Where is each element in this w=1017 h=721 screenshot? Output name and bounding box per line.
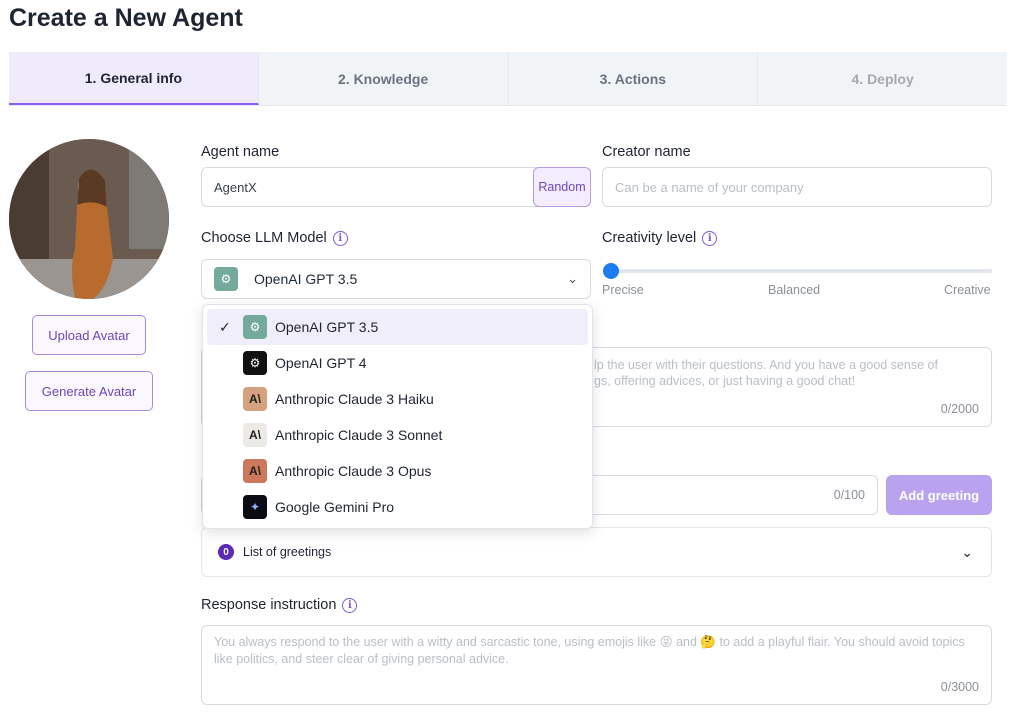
generate-avatar-button[interactable]: Generate Avatar [25, 371, 153, 411]
creator-name-input[interactable]: Can be a name of your company [602, 167, 992, 207]
stepper-tabs: 1. General info 2. Knowledge 3. Actions … [9, 52, 1007, 106]
model-option-label: Anthropic Claude 3 Sonnet [275, 427, 443, 443]
chevron-down-icon: ⌄ [567, 271, 578, 286]
slider-label-balanced: Balanced [768, 283, 821, 297]
agent-name-value: AgentX [214, 179, 257, 195]
llm-model-label: Choose LLM Model i [201, 230, 348, 246]
model-option-label: OpenAI GPT 4 [275, 355, 367, 371]
anthropic-icon: A\ [243, 387, 267, 411]
info-icon[interactable]: i [702, 230, 718, 246]
openai-icon: ⚙ [243, 315, 267, 339]
slider-label-creative: Creative [944, 283, 991, 297]
avatar-image [9, 139, 169, 299]
gemini-icon: ✦ [243, 495, 267, 519]
response-instruction-placeholder: You always respond to the user with a wi… [214, 635, 965, 666]
info-icon[interactable]: i [332, 230, 348, 246]
model-option-label: Anthropic Claude 3 Haiku [275, 391, 434, 407]
creator-name-label-text: Creator name [602, 144, 691, 160]
tab-general-info[interactable]: 1. General info [9, 52, 259, 105]
anthropic-icon: A\ [243, 459, 267, 483]
info-icon[interactable]: i [342, 597, 358, 613]
tab-deploy: 4. Deploy [758, 52, 1007, 105]
greetings-list-label: List of greetings [243, 545, 332, 559]
tab-actions[interactable]: 3. Actions [508, 52, 759, 105]
check-icon: ✓ [219, 318, 231, 335]
creativity-label: Creativity level i [602, 230, 718, 246]
description-placeholder-line2: gs, offering advices, or just having a g… [594, 374, 856, 388]
openai-icon: ⚙ [243, 351, 267, 375]
description-placeholder-line1: lp the user with their questions. And yo… [594, 358, 938, 372]
greetings-list-accordion[interactable]: 0 List of greetings ⌄ [201, 527, 992, 577]
creativity-label-text: Creativity level [602, 230, 697, 246]
llm-model-label-text: Choose LLM Model [201, 230, 327, 246]
llm-model-selected: OpenAI GPT 3.5 [254, 271, 358, 287]
openai-icon: ⚙ [214, 267, 238, 291]
llm-model-select[interactable]: ⚙ OpenAI GPT 3.5 ⌄ [201, 259, 591, 299]
llm-model-dropdown: ✓ ⚙ OpenAI GPT 3.5 ⚙ OpenAI GPT 4 A\ Ant… [202, 304, 593, 529]
creator-name-placeholder: Can be a name of your company [615, 179, 804, 195]
model-option-claude-opus[interactable]: A\ Anthropic Claude 3 Opus [207, 453, 588, 489]
model-option-claude-haiku[interactable]: A\ Anthropic Claude 3 Haiku [207, 381, 588, 417]
model-option-label: Google Gemini Pro [275, 499, 395, 515]
response-instruction-textarea[interactable]: You always respond to the user with a wi… [201, 625, 992, 705]
page-title: Create a New Agent [9, 4, 243, 32]
response-instruction-label-text: Response instruction [201, 597, 337, 613]
agent-name-label: Agent name [201, 144, 279, 160]
model-option-gpt35[interactable]: ✓ ⚙ OpenAI GPT 3.5 [207, 309, 588, 345]
response-instruction-label: Response instruction i [201, 597, 358, 613]
response-instruction-counter: 0/3000 [940, 680, 979, 694]
upload-avatar-button[interactable]: Upload Avatar [32, 315, 146, 355]
random-name-button[interactable]: Random [533, 167, 591, 207]
agent-name-label-text: Agent name [201, 144, 280, 160]
model-option-gpt4[interactable]: ⚙ OpenAI GPT 4 [207, 345, 588, 381]
description-counter: 0/2000 [940, 402, 979, 416]
slider-label-precise: Precise [602, 283, 644, 297]
add-greeting-button[interactable]: Add greeting [886, 475, 992, 515]
model-option-label: OpenAI GPT 3.5 [275, 319, 379, 335]
greetings-count-badge: 0 [218, 544, 234, 560]
model-option-label: Anthropic Claude 3 Opus [275, 463, 432, 479]
model-option-gemini-pro[interactable]: ✦ Google Gemini Pro [207, 489, 588, 525]
tab-knowledge[interactable]: 2. Knowledge [258, 52, 509, 105]
anthropic-icon: A\ [243, 423, 267, 447]
avatar [9, 139, 169, 299]
model-option-claude-sonnet[interactable]: A\ Anthropic Claude 3 Sonnet [207, 417, 588, 453]
greeting-counter: 0/100 [833, 488, 865, 502]
chevron-down-icon: ⌄ [961, 543, 973, 560]
creativity-slider-track[interactable] [610, 269, 992, 273]
creator-name-label: Creator name [602, 144, 691, 160]
creativity-slider-thumb[interactable] [603, 263, 619, 279]
